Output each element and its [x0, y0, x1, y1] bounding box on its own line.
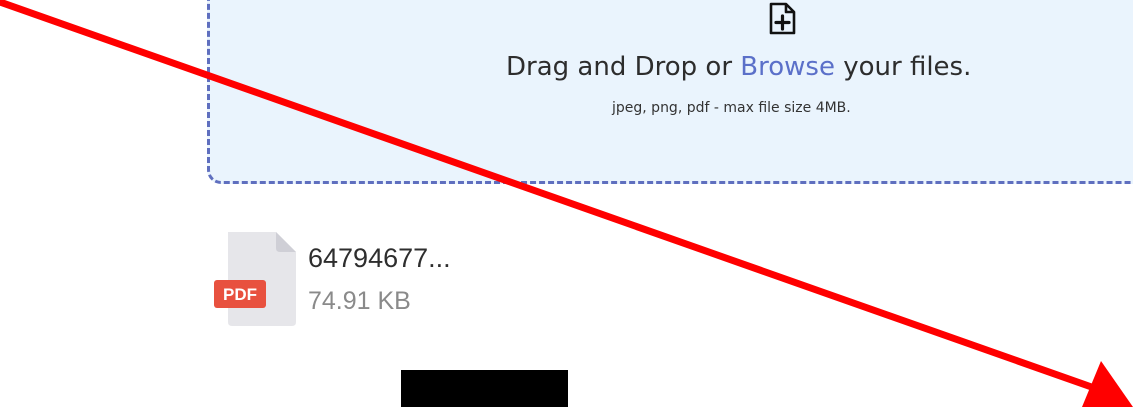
uploaded-file-size: 74.91 KB — [308, 287, 411, 315]
dropzone-instruction-prefix: Drag and Drop or — [506, 52, 741, 82]
file-dropzone[interactable] — [207, 0, 1133, 184]
pdf-badge-label: PDF — [223, 285, 257, 304]
pdf-file-icon: PDF — [214, 232, 296, 326]
uploaded-file-name: 64794677... — [308, 243, 451, 273]
dropzone-instruction-suffix: your files. — [834, 52, 972, 82]
browse-link[interactable]: Browse — [740, 52, 835, 82]
file-plus-icon — [769, 2, 796, 35]
submit-button[interactable] — [401, 370, 568, 407]
dropzone-instruction: Drag and Drop or Browse your files. — [506, 52, 1066, 82]
dropzone-file-hint: jpeg, png, pdf - max file size 4MB. — [612, 100, 851, 116]
